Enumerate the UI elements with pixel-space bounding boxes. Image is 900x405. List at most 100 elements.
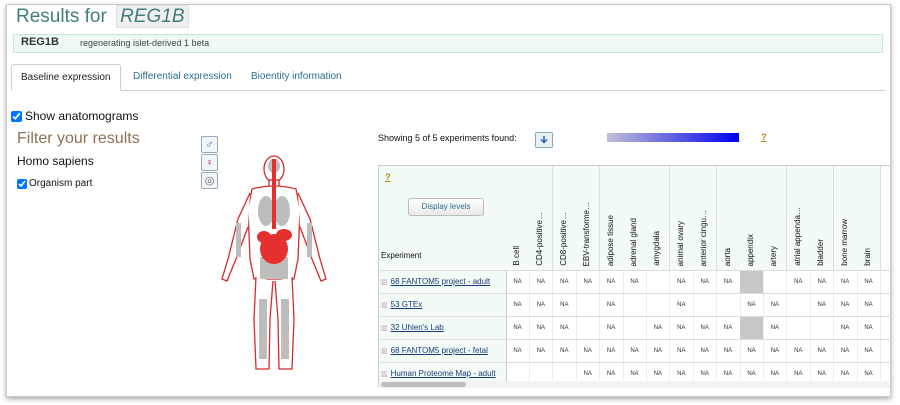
heatmap-cell[interactable] bbox=[623, 317, 647, 339]
heatmap-cell[interactable]: NA bbox=[834, 294, 858, 316]
drag-handle-icon[interactable]: ▥ bbox=[381, 279, 388, 286]
heatmap-cell[interactable]: NA bbox=[857, 294, 881, 316]
heatmap-cell[interactable] bbox=[693, 294, 718, 316]
heatmap-cell[interactable]: NA bbox=[763, 340, 788, 362]
heatmap-cell[interactable]: NA bbox=[810, 294, 835, 316]
heatmap-cell[interactable]: NA bbox=[506, 271, 530, 293]
heatmap-cell[interactable]: NA bbox=[553, 271, 577, 293]
heatmap-cell[interactable] bbox=[576, 294, 601, 316]
heatmap-cell[interactable] bbox=[787, 294, 811, 316]
heatmap-cell[interactable]: NA bbox=[834, 340, 858, 362]
heatmap-cell[interactable]: NA bbox=[646, 317, 671, 339]
heatmap-cell[interactable]: NA bbox=[810, 340, 835, 362]
show-anatomograms-checkbox[interactable] bbox=[11, 110, 22, 122]
heatmap-cell[interactable]: NA bbox=[717, 340, 741, 362]
heatmap-cell[interactable]: NA bbox=[717, 317, 741, 339]
heatmap-cell[interactable] bbox=[576, 317, 601, 339]
heatmap-cell[interactable]: NA bbox=[553, 340, 577, 362]
heatmap-cell[interactable]: NA bbox=[506, 340, 530, 362]
title-gene: REG1B bbox=[116, 5, 189, 28]
gradient-help-icon[interactable]: ? bbox=[761, 132, 767, 142]
drag-handle-icon[interactable]: ▥ bbox=[381, 371, 388, 378]
heatmap-cell[interactable]: NA bbox=[646, 340, 671, 362]
heatmap-cell[interactable]: NA bbox=[857, 317, 881, 339]
heatmap-cell[interactable]: NA bbox=[670, 294, 694, 316]
heatmap-cell[interactable]: NA bbox=[529, 317, 554, 339]
heatmap-cell[interactable]: NA bbox=[834, 317, 858, 339]
heatmap-cell[interactable] bbox=[717, 294, 741, 316]
anatomogram-figure[interactable] bbox=[214, 149, 334, 379]
heatmap-cell[interactable]: NA bbox=[693, 271, 718, 293]
heatmap-cell[interactable]: NA bbox=[553, 294, 577, 316]
heatmap-cell[interactable]: NA bbox=[600, 271, 624, 293]
heatmap-cell[interactable] bbox=[740, 271, 764, 293]
experiment-link[interactable]: 32 Uhlen's Lab bbox=[391, 323, 444, 332]
column-header-label: appendix bbox=[746, 233, 755, 266]
heatmap-cell[interactable]: NA bbox=[670, 317, 694, 339]
display-levels-button[interactable]: Display levels bbox=[408, 198, 484, 216]
heatmap-cell[interactable]: NA bbox=[693, 317, 718, 339]
column-header: adipose tissue bbox=[599, 166, 624, 270]
heatmap-cell[interactable]: NA bbox=[670, 271, 694, 293]
gene-description: regenerating islet-derived 1 beta bbox=[80, 38, 210, 48]
heatmap-cell[interactable]: NA bbox=[623, 271, 647, 293]
heatmap-cell[interactable]: NA bbox=[857, 271, 881, 293]
heatmap-cell[interactable] bbox=[787, 317, 811, 339]
heatmap-cell[interactable]: NA bbox=[576, 271, 601, 293]
heatmap-cell[interactable] bbox=[623, 294, 647, 316]
heatmap-cell[interactable]: NA bbox=[787, 340, 811, 362]
filter-title: Filter your results bbox=[17, 130, 140, 147]
heatmap-cell[interactable]: NA bbox=[763, 317, 788, 339]
heatmap-cell[interactable]: NA bbox=[763, 294, 788, 316]
heatmap-table: ? Display levels Experiment B cell CD4-po… bbox=[378, 165, 890, 387]
experiment-link[interactable]: Human Proteome Map - adult bbox=[391, 369, 496, 378]
heatmap-cell[interactable]: NA bbox=[529, 340, 554, 362]
heatmap-cell[interactable] bbox=[740, 317, 764, 339]
column-header-label: amygdala bbox=[652, 231, 662, 266]
heatmap-cell[interactable]: NA bbox=[600, 317, 624, 339]
tab-bar: Baseline expression Differential express… bbox=[11, 64, 885, 91]
experiment-link[interactable]: 53 GTEx bbox=[391, 300, 423, 309]
table-corner: ? Display levels Experiment bbox=[379, 166, 507, 270]
column-header: amygdala bbox=[646, 166, 671, 270]
heatmap-cell[interactable]: NA bbox=[857, 340, 881, 362]
heatmap-cell[interactable]: NA bbox=[717, 271, 741, 293]
scrollbar-thumb[interactable] bbox=[381, 382, 466, 387]
heatmap-cell[interactable]: NA bbox=[506, 317, 530, 339]
heatmap-cell[interactable] bbox=[763, 271, 788, 293]
table-help-icon[interactable]: ? bbox=[385, 172, 391, 182]
heatmap-cell[interactable]: NA bbox=[810, 271, 835, 293]
heatmap-cell[interactable] bbox=[646, 294, 671, 316]
heatmap-cell[interactable] bbox=[646, 271, 671, 293]
drag-handle-icon[interactable]: ▥ bbox=[381, 302, 388, 309]
table-scrollbar[interactable] bbox=[379, 381, 889, 388]
experiment-link[interactable]: 68 FANTOM5 project - fetal bbox=[391, 346, 488, 355]
experiment-link[interactable]: 68 FANTOM5 project - adult bbox=[391, 277, 490, 286]
heatmap-cell[interactable]: NA bbox=[670, 340, 694, 362]
heatmap-cell[interactable]: NA bbox=[787, 271, 811, 293]
heatmap-cell[interactable]: NA bbox=[600, 340, 624, 362]
heatmap-cell[interactable]: NA bbox=[600, 294, 624, 316]
heatmap-cell[interactable]: NA bbox=[740, 340, 764, 362]
drag-handle-icon[interactable]: ▥ bbox=[381, 325, 388, 332]
table-row: ▥ 68 FANTOM5 project - fetal NA NA NA NA NA NA N… bbox=[379, 339, 890, 362]
heatmap-cell[interactable] bbox=[810, 317, 835, 339]
column-header: bone marrow bbox=[833, 166, 858, 270]
heatmap-cell[interactable]: NA bbox=[834, 271, 858, 293]
heatmap-cell[interactable]: NA bbox=[529, 271, 554, 293]
download-button[interactable] bbox=[535, 132, 553, 148]
column-header: EBV-transforme… bbox=[576, 166, 601, 270]
heatmap-cell[interactable]: NA bbox=[576, 340, 601, 362]
column-header: anterior cingu… bbox=[693, 166, 718, 270]
tab-differential-expression[interactable]: Differential expression bbox=[124, 64, 241, 89]
tab-bioentity-information[interactable]: Bioentity information bbox=[242, 64, 351, 89]
heatmap-cell[interactable]: NA bbox=[623, 340, 647, 362]
heatmap-cell[interactable]: NA bbox=[529, 294, 554, 316]
organism-part-checkbox[interactable] bbox=[17, 178, 27, 189]
heatmap-cell[interactable]: NA bbox=[740, 294, 764, 316]
heatmap-cell[interactable]: NA bbox=[693, 340, 718, 362]
drag-handle-icon[interactable]: ▥ bbox=[381, 348, 388, 355]
heatmap-cell[interactable]: NA bbox=[506, 294, 530, 316]
heatmap-cell[interactable]: NA bbox=[553, 317, 577, 339]
tab-baseline-expression[interactable]: Baseline expression bbox=[11, 64, 121, 91]
